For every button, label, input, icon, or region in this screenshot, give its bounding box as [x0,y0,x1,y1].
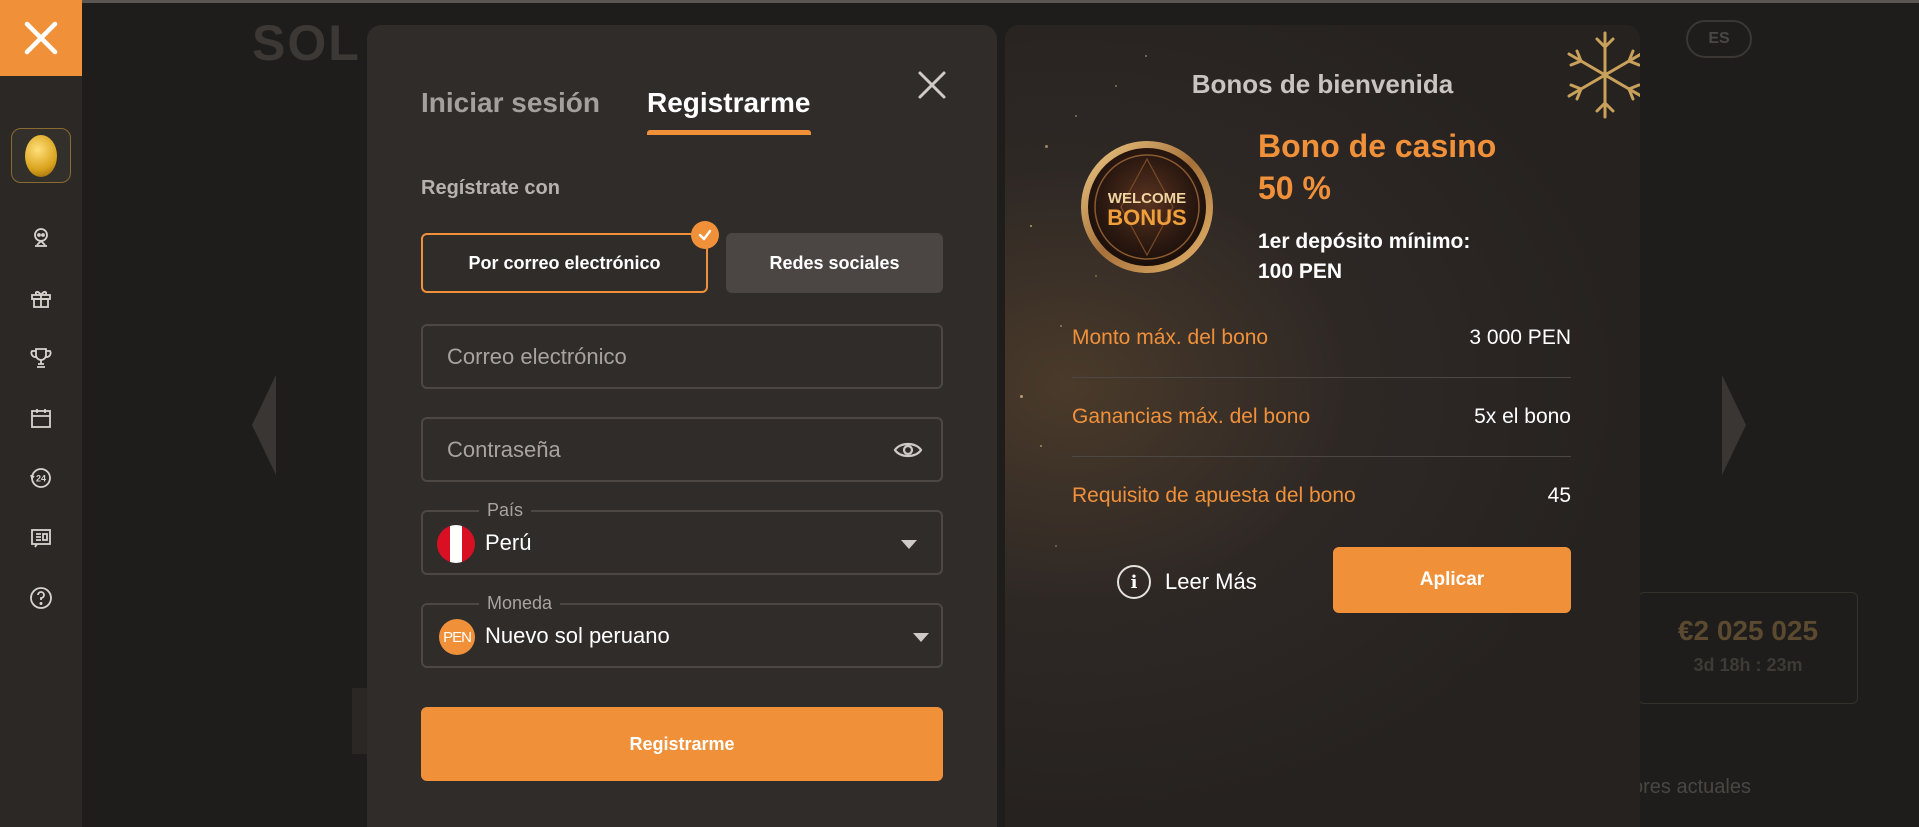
background-site: SOL ES €2 025 025 3d 18h : 23m ores actu… [82,0,1919,827]
sidebar-item-promotions[interactable] [25,282,57,314]
chevron-down-icon [901,540,917,549]
close-icon [918,71,946,99]
currency-select[interactable]: Moneda PEN Nuevo sol peruano [421,593,943,668]
country-label: País [479,500,532,521]
sidebar-item-calendar[interactable] [25,402,57,434]
modal-close-button[interactable] [912,65,952,105]
jackpot-card: €2 025 025 3d 18h : 23m [1638,592,1858,704]
register-submit-button[interactable]: Registrarme [421,707,943,781]
email-input[interactable] [423,326,941,387]
chevron-down-icon [913,633,929,642]
register-with-label: Regístrate con [421,177,560,199]
sidebar-item-support[interactable]: 24 [25,462,57,494]
site-logo: SOL [252,15,361,71]
register-method-social-button[interactable]: Redes sociales [726,233,943,293]
active-tab-indicator [647,130,811,135]
robot-icon [34,228,48,247]
welcome-bonus-panel: Bonos de bienvenida WELCOME BONUS Bono d… [1005,25,1640,827]
coin-icon [25,134,57,177]
bonus-row-value: 3 000 PEN [1469,326,1571,349]
jackpot-timer: 3d 18h : 23m [1693,655,1803,675]
currency-label: Moneda [479,593,561,614]
read-more-link[interactable]: i Leer Más [1117,561,1257,603]
sidebar: 24 [0,0,82,827]
tab-login[interactable]: Iniciar sesión [421,87,600,119]
carousel-prev-icon [252,375,276,475]
jackpot-amount: €2 025 025 [1677,615,1819,646]
tab-register[interactable]: Registrarme [647,87,810,119]
support-24-icon: 24 [30,468,51,488]
bonus-min-deposit: 1er depósito mínimo: 100 PEN [1258,227,1470,287]
bonus-row-label: Ganancias máx. del bono [1072,405,1311,428]
country-value: Perú [485,530,532,555]
min-deposit-label: 1er depósito mínimo: [1258,230,1471,253]
sidebar-item-news[interactable] [25,522,57,554]
language-selector: ES [1686,20,1752,58]
selected-check-icon [691,221,719,249]
auth-modal: Iniciar sesión Registrarme Regístrate co… [367,25,997,827]
gift-icon [31,290,51,308]
snowflake-icon [1567,31,1640,119]
bonus-row-wagering: Requisito de apuesta del bono 45 [1072,456,1571,536]
bonus-row-max-amount: Monto máx. del bono 3 000 PEN [1072,298,1571,378]
currency-badge: PEN [439,619,475,655]
coin-button[interactable] [11,128,71,183]
bonus-row-label: Monto máx. del bono [1072,326,1269,349]
bonus-percent: 50 % [1258,170,1331,206]
bonus-name-title: Bono de casino [1258,128,1497,164]
news-icon [31,529,51,548]
bonus-row-max-winnings: Ganancias máx. del bono 5x el bono [1072,377,1571,457]
trophy-icon [30,348,52,368]
close-menu-button[interactable] [0,0,82,76]
info-icon: i [1117,565,1151,599]
help-icon [30,587,52,609]
welcome-bonus-badge-icon: WELCOME BONUS [1081,141,1213,273]
country-select[interactable]: País Perú [421,500,943,575]
calendar-icon [31,409,51,428]
svg-text:BONUS: BONUS [1107,205,1186,230]
register-method-email-button[interactable]: Por correo electrónico [421,233,708,293]
min-deposit-value: 100 PEN [1258,260,1343,283]
sidebar-item-games[interactable] [25,222,57,254]
bonus-row-label: Requisito de apuesta del bono [1072,484,1356,507]
email-field [421,324,943,389]
bonus-panel-title: Bonos de bienvenida [1191,69,1454,99]
apply-bonus-button[interactable]: Aplicar [1333,547,1571,613]
read-more-label: Leer Más [1165,569,1257,594]
bonus-row-value: 5x el bono [1474,405,1571,428]
sidebar-item-tournaments[interactable] [25,342,57,374]
show-password-eye-icon[interactable] [893,439,923,461]
password-input[interactable] [423,419,941,480]
password-field [421,417,943,482]
sidebar-item-help[interactable] [25,582,57,614]
bonus-row-value: 45 [1547,484,1571,507]
currency-value: Nuevo sol peruano [485,623,670,648]
background-footer-text: ores actuales [1632,776,1751,798]
svg-text:24: 24 [36,474,46,484]
peru-flag-icon [437,525,475,563]
top-bar [82,0,1919,3]
close-icon [24,21,58,55]
carousel-next-icon [1722,375,1746,475]
bonus-name: Bono de casino 50 % [1258,125,1496,209]
